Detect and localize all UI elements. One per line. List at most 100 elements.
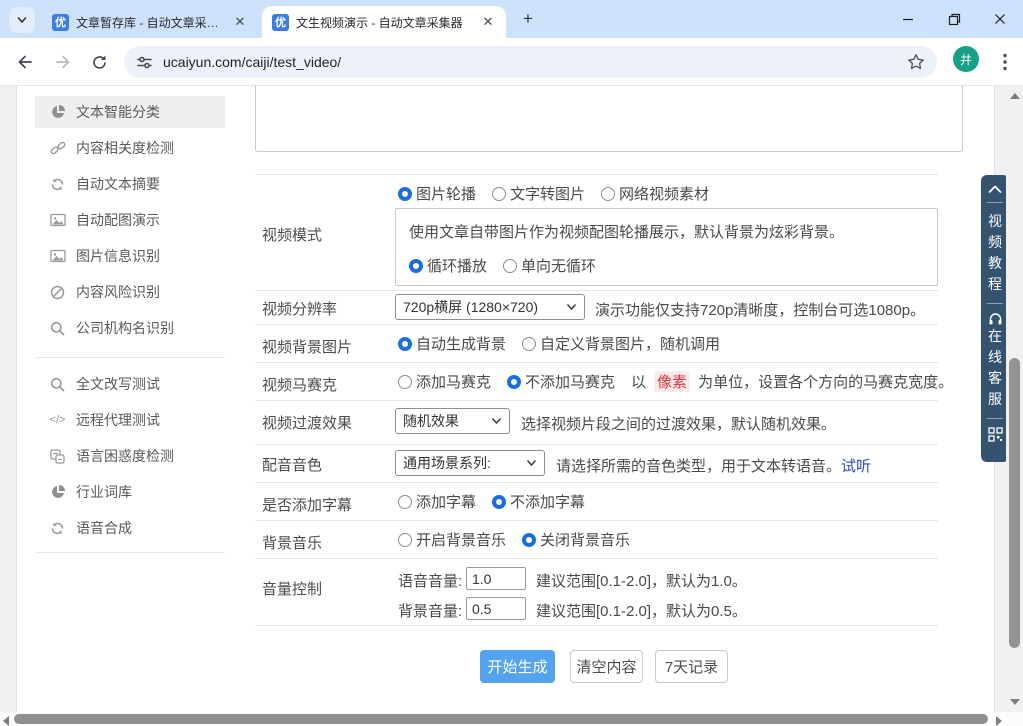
floating-side-bar: 视频教程 在线客服 bbox=[981, 175, 1009, 462]
sidebar-item-image-info[interactable]: 图片信息识别 bbox=[35, 240, 225, 272]
radio-label[interactable]: 添加字幕 bbox=[416, 491, 476, 512]
back-button[interactable] bbox=[14, 51, 36, 73]
voice-select[interactable]: 通用场景系列: bbox=[395, 450, 545, 476]
horizontal-scrollbar-thumb[interactable] bbox=[14, 714, 988, 724]
radio-label[interactable]: 自定义背景图片，随机调用 bbox=[540, 333, 720, 354]
radio-bgm-on[interactable] bbox=[398, 533, 412, 547]
close-icon[interactable]: ✕ bbox=[232, 14, 248, 30]
radio-label[interactable]: 自动生成背景 bbox=[416, 333, 506, 354]
sidebar-item-label: 全文改写测试 bbox=[76, 374, 160, 394]
reload-button[interactable] bbox=[88, 51, 110, 73]
sidebar-item-auto-image-demo[interactable]: 自动配图演示 bbox=[35, 204, 225, 236]
restore-icon bbox=[948, 13, 961, 26]
radio-image-carousel[interactable] bbox=[398, 187, 412, 201]
sidebar-item-remote-proxy-test[interactable]: </> 远程代理测试 bbox=[35, 404, 225, 436]
video-tutorial-link[interactable]: 视频教程 bbox=[988, 211, 1003, 295]
content-textarea[interactable] bbox=[255, 86, 963, 152]
radio-text-to-image[interactable] bbox=[492, 187, 506, 201]
online-service-link[interactable]: 在线客服 bbox=[988, 326, 1003, 410]
search-icon bbox=[49, 376, 66, 393]
arrow-left-icon[interactable] bbox=[3, 716, 9, 726]
radio-loop-play[interactable] bbox=[409, 259, 423, 273]
minimize-button[interactable] bbox=[885, 0, 931, 38]
browser-menu-button[interactable] bbox=[997, 50, 1013, 74]
radio-no-mosaic[interactable] bbox=[507, 375, 521, 389]
row-divider bbox=[255, 625, 938, 626]
sidebar-item-label: 公司机构名识别 bbox=[76, 318, 174, 338]
tab-search-button[interactable] bbox=[9, 7, 35, 33]
vertical-scrollbar[interactable] bbox=[1006, 86, 1023, 712]
radio-add-subtitle[interactable] bbox=[398, 495, 412, 509]
sidebar-item-rewrite-test[interactable]: 全文改写测试 bbox=[35, 368, 225, 400]
radio-auto-background[interactable] bbox=[398, 337, 412, 351]
bgm-volume-input[interactable] bbox=[466, 597, 526, 620]
mosaic-hint-prefix: 以 bbox=[631, 371, 646, 392]
browser-toolbar: ucaiyun.com/caiji/test_video/ 井 bbox=[0, 38, 1023, 86]
radio-web-video-material[interactable] bbox=[601, 187, 615, 201]
close-window-button[interactable] bbox=[977, 0, 1023, 38]
sidebar-item-relevance-check[interactable]: 内容相关度检测 bbox=[35, 132, 225, 164]
vertical-scrollbar-thumb[interactable] bbox=[1009, 358, 1020, 648]
tune-icon[interactable] bbox=[136, 54, 153, 71]
clear-button[interactable]: 清空内容 bbox=[570, 650, 643, 683]
kebab-menu-icon bbox=[1003, 53, 1007, 71]
radio-label[interactable]: 文字转图片 bbox=[510, 183, 585, 204]
radio-custom-background[interactable] bbox=[522, 337, 536, 351]
tab-title: 文章暂存库 - 自动文章采集器-优 bbox=[76, 14, 226, 31]
radio-no-subtitle[interactable] bbox=[492, 495, 506, 509]
tab-video-demo[interactable]: 优 文生视频演示 - 自动文章采集器 ✕ bbox=[262, 6, 506, 38]
minimize-icon bbox=[902, 13, 914, 25]
arrow-up-icon[interactable] bbox=[1010, 93, 1020, 99]
radio-add-mosaic[interactable] bbox=[398, 375, 412, 389]
site-favicon: 优 bbox=[52, 14, 69, 31]
radio-bgm-off[interactable] bbox=[522, 533, 536, 547]
sidebar-item-text-classification[interactable]: 文本智能分类 bbox=[35, 96, 225, 128]
profile-avatar[interactable]: 井 bbox=[953, 46, 979, 72]
url-text[interactable]: ucaiyun.com/caiji/test_video/ bbox=[163, 54, 907, 70]
radio-label[interactable]: 添加马赛克 bbox=[416, 371, 491, 392]
radio-label[interactable]: 单向无循环 bbox=[521, 255, 596, 276]
restore-button[interactable] bbox=[931, 0, 977, 38]
sidebar-item-label: 文本智能分类 bbox=[76, 102, 160, 122]
voice-preview-link[interactable]: 试听 bbox=[841, 458, 871, 475]
sidebar-item-org-name-recognition[interactable]: 公司机构名识别 bbox=[35, 312, 225, 344]
sidebar-divider bbox=[35, 552, 225, 553]
arrow-right-icon[interactable] bbox=[996, 716, 1002, 726]
voice-volume-caption: 语音音量: bbox=[398, 570, 462, 591]
radio-no-loop[interactable] bbox=[503, 259, 517, 273]
sidebar-item-speech-synthesis[interactable]: 语音合成 bbox=[35, 512, 225, 544]
radio-label[interactable]: 开启背景音乐 bbox=[416, 529, 506, 550]
star-icon[interactable] bbox=[907, 53, 925, 71]
bgm-volume-caption: 背景音量: bbox=[398, 600, 462, 621]
voice-hint: 请选择所需的音色类型，用于文本转语音。试听 bbox=[556, 455, 871, 476]
sidebar-item-industry-lexicon[interactable]: 行业词库 bbox=[35, 476, 225, 508]
arrow-down-icon[interactable] bbox=[1010, 699, 1020, 705]
horizontal-scrollbar[interactable] bbox=[0, 712, 1023, 726]
radio-label[interactable]: 图片轮播 bbox=[416, 183, 476, 204]
bgm-options: 开启背景音乐 关闭背景音乐 bbox=[398, 529, 642, 550]
tab-article-store[interactable]: 优 文章暂存库 - 自动文章采集器-优 ✕ bbox=[42, 6, 258, 38]
radio-label[interactable]: 关闭背景音乐 bbox=[540, 529, 630, 550]
chevron-up-icon[interactable] bbox=[988, 185, 1002, 194]
radio-label[interactable]: 不添加马赛克 bbox=[525, 371, 615, 392]
qr-code-icon[interactable] bbox=[988, 427, 1003, 442]
radio-label[interactable]: 网络视频素材 bbox=[619, 183, 709, 204]
radio-label[interactable]: 不添加字幕 bbox=[510, 491, 585, 512]
sidebar-item-perplexity-check[interactable]: 语言困惑度检测 bbox=[35, 440, 225, 472]
headset-icon[interactable] bbox=[988, 312, 1003, 326]
background-label: 视频背景图片 bbox=[262, 336, 352, 357]
radio-label[interactable]: 循环播放 bbox=[427, 255, 487, 276]
new-tab-button[interactable]: + bbox=[518, 10, 538, 30]
generate-button[interactable]: 开始生成 bbox=[480, 650, 555, 683]
close-icon[interactable]: ✕ bbox=[480, 14, 496, 30]
voice-volume-input[interactable] bbox=[466, 567, 526, 590]
address-bar[interactable]: ucaiyun.com/caiji/test_video/ bbox=[124, 46, 937, 78]
row-divider bbox=[255, 482, 938, 483]
records-button[interactable]: 7天记录 bbox=[655, 650, 728, 683]
transition-select[interactable]: 随机效果 bbox=[395, 408, 510, 434]
row-divider bbox=[255, 362, 938, 363]
forward-button[interactable] bbox=[52, 51, 74, 73]
resolution-select[interactable]: 720p横屏 (1280×720) bbox=[395, 294, 585, 320]
sidebar-item-auto-summary[interactable]: 自动文本摘要 bbox=[35, 168, 225, 200]
sidebar-item-risk-detection[interactable]: 内容风险识别 bbox=[35, 276, 225, 308]
